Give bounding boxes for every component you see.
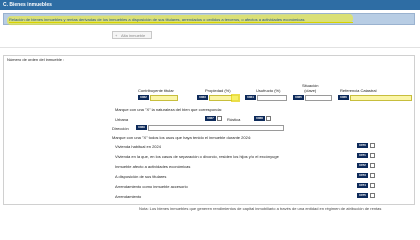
urbana-label: Urbana: [115, 117, 129, 122]
plus-icon: +: [115, 33, 118, 38]
code-0066: 0066: [338, 95, 349, 100]
uso-actividades-checkbox[interactable]: [370, 163, 375, 168]
code-0067: 0067: [205, 116, 216, 121]
code-0074: 0074: [357, 183, 368, 188]
code-0068: 0068: [254, 116, 265, 121]
section-title-bar: C. Bienes inmuebles: [0, 0, 420, 10]
referencia-catastral-field[interactable]: [350, 95, 412, 101]
code-0071: 0071: [357, 153, 368, 158]
uso-separacion-checkbox[interactable]: [370, 153, 375, 158]
code-0063: 0063: [197, 95, 208, 100]
contribuyente-field[interactable]: [150, 95, 178, 101]
code-0072: 0072: [357, 163, 368, 168]
code-0075: 0075: [357, 193, 368, 198]
rustica-checkbox[interactable]: [266, 116, 271, 121]
uso-vivienda-habitual-label: Vivienda habitual en 2024: [115, 144, 161, 149]
uso-separacion-label: Vivienda en la que, en los casos de sepa…: [115, 154, 279, 159]
section-title: C. Bienes inmuebles: [3, 2, 52, 8]
uso-arrendamiento-accesorio-checkbox[interactable]: [370, 183, 375, 188]
situacion-field[interactable]: [305, 95, 332, 101]
urbana-checkbox[interactable]: [217, 116, 222, 121]
note-text: Nota: Los bienes inmuebles que generen r…: [139, 206, 382, 211]
numero-orden-label: Número de orden del inmueble :: [7, 57, 65, 62]
uso-vivienda-habitual-checkbox[interactable]: [370, 143, 375, 148]
code-0062: 0062: [138, 95, 149, 100]
code-0064: 0064: [245, 95, 256, 100]
yellow-underline-mark: [9, 22, 353, 23]
usos-label: Marque con una "X" todos los usos que ha…: [112, 135, 252, 140]
code-0073: 0073: [357, 173, 368, 178]
rustica-label: Rústica: [227, 117, 241, 122]
headline-panel: Relación de bienes inmuebles y rentas de…: [3, 13, 415, 26]
usufructo-label: Usufructo (%): [256, 88, 281, 93]
code-0065: 0065: [293, 95, 304, 100]
section-headline: Relación de bienes inmuebles y rentas de…: [9, 17, 305, 22]
uso-actividades-label: Inmueble afecto a actividades económicas: [115, 164, 191, 169]
uso-arrendamiento-accesorio-label: Arrendamiento como inmueble accesorio: [115, 184, 188, 189]
uso-arrendamiento-checkbox[interactable]: [370, 193, 375, 198]
code-0069: 0069: [136, 125, 147, 130]
referencia-catastral-label: Referencia Catastral: [340, 88, 377, 93]
uso-disposicion-checkbox[interactable]: [370, 173, 375, 178]
divider: [0, 47, 420, 48]
propiedad-label: Propiedad (%): [205, 88, 231, 93]
propiedad-highlight-mark: [231, 94, 240, 102]
usufructo-field[interactable]: [257, 95, 287, 101]
direccion-label: Dirección: [112, 126, 129, 131]
uso-arrendamiento-label: Arrendamiento: [115, 194, 142, 199]
uso-disposicion-label: A disposición de sus titulares: [115, 174, 167, 179]
alta-inmueble-button[interactable]: + Alta inmueble: [112, 31, 152, 39]
naturaleza-label: Marque con una "X" la naturaleza del bie…: [115, 107, 222, 112]
code-0070: 0070: [357, 143, 368, 148]
direccion-field[interactable]: [148, 125, 284, 131]
situacion-label: Situación (clave): [302, 83, 319, 93]
contribuyente-label: Contribuyente titular: [138, 88, 174, 93]
alta-inmueble-label: Alta inmueble: [121, 33, 146, 38]
